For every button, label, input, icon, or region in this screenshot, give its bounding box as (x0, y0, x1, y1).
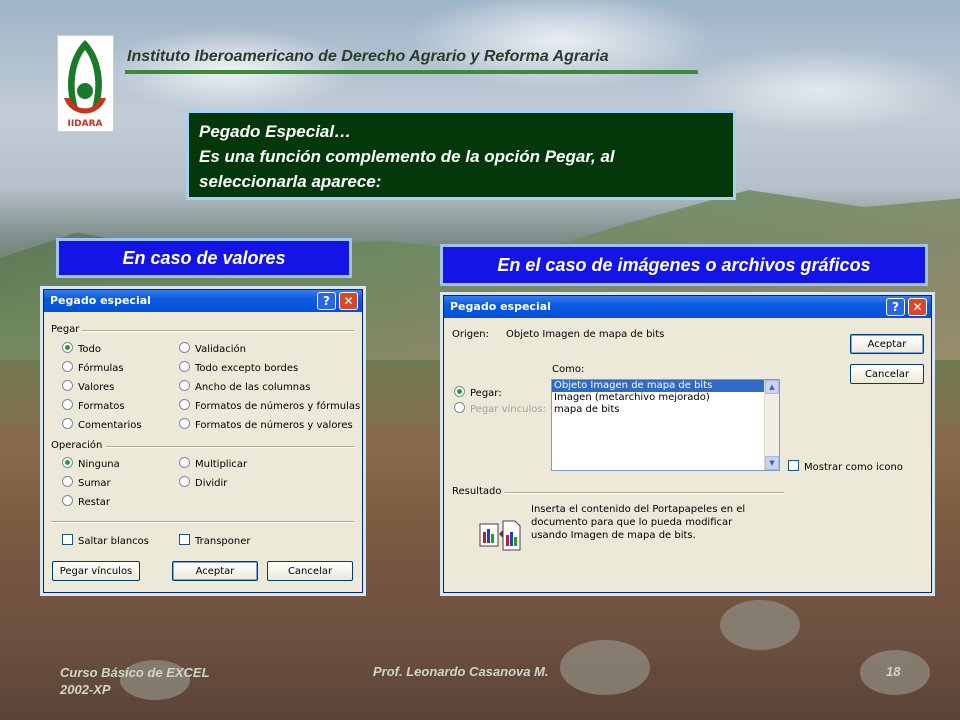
radio-icon (179, 380, 190, 391)
values-case-text: En caso de valores (122, 248, 286, 268)
footer-course-line1: Curso Básico de EXCEL (60, 665, 210, 680)
dialog-title: Pegado especial (50, 294, 151, 307)
intro-box: Pegado Especial… Es una función compleme… (186, 110, 736, 200)
background-rock (720, 600, 800, 650)
help-button[interactable]: ? (317, 292, 336, 310)
intro-text-line2: seleccionarla aparece: (199, 172, 382, 191)
paste-group-divider (82, 330, 354, 332)
paste-special-dialog-values: Pegado especial ? ✕ Pegar Todo Fórmulas … (43, 289, 363, 593)
skip-blanks-checkbox[interactable]: Saltar blancos (62, 534, 149, 547)
paste-group-label: Pegar (51, 324, 80, 335)
option-restar[interactable]: Restar (62, 495, 110, 508)
close-icon: ✕ (343, 294, 354, 308)
show-as-icon-checkbox[interactable]: Mostrar como icono (788, 460, 903, 473)
result-description-line2: documento para que lo pueda modificar (531, 517, 733, 528)
cancel-button[interactable]: Cancelar (267, 561, 353, 581)
intro-text-line1: Es una función complemento de la opción … (199, 147, 615, 166)
option-todo-excepto-bordes[interactable]: Todo excepto bordes (179, 361, 298, 374)
close-button[interactable]: ✕ (339, 292, 358, 310)
checkbox-icon (62, 534, 73, 545)
radio-icon (454, 386, 465, 397)
radio-icon (179, 476, 190, 487)
footer-course: Curso Básico de EXCEL 2002-XP (60, 664, 210, 698)
as-label: Como: (552, 364, 585, 375)
list-item[interactable]: Imagen (metarchivo mejorado) (552, 392, 779, 404)
option-formatos[interactable]: Formatos (62, 399, 125, 412)
logo-text: IIDARA (67, 119, 102, 129)
option-formatos-numeros-formulas[interactable]: Formatos de números y fórmulas (179, 399, 360, 412)
radio-icon (454, 402, 465, 413)
close-icon: ✕ (912, 300, 923, 314)
checkbox-icon (788, 460, 799, 471)
radio-icon (62, 361, 73, 372)
result-description-line1: Inserta el contenido del Portapapeles en… (531, 504, 746, 515)
radio-icon (62, 457, 73, 468)
paste-link-radio[interactable]: Pegar vínculos: (454, 402, 546, 415)
radio-icon (179, 457, 190, 468)
checkbox-icon (179, 534, 190, 545)
images-case-label: En el caso de imágenes o archivos gráfic… (440, 244, 928, 286)
dialog-titlebar[interactable]: Pegado especial ? ✕ (44, 290, 362, 312)
option-multiplicar[interactable]: Multiplicar (179, 457, 247, 470)
option-comentarios[interactable]: Comentarios (62, 418, 142, 431)
list-item[interactable]: Objeto Imagen de mapa de bits (552, 380, 764, 392)
close-button[interactable]: ✕ (908, 298, 927, 316)
result-label: Resultado (452, 486, 502, 497)
radio-icon (179, 361, 190, 372)
scroll-down-icon[interactable]: ▼ (765, 456, 779, 470)
radio-icon (179, 342, 190, 353)
origin-label: Origen: (452, 329, 489, 340)
dialog-titlebar[interactable]: Pegado especial ? ✕ (444, 296, 931, 318)
transpose-checkbox[interactable]: Transponer (179, 534, 251, 547)
radio-icon (179, 418, 190, 429)
options-divider (51, 521, 354, 523)
radio-icon (62, 342, 73, 353)
images-case-text: En el caso de imágenes o archivos gráfic… (497, 255, 871, 275)
footer-course-line2: 2002-XP (60, 682, 111, 697)
option-ancho-columnas[interactable]: Ancho de las columnas (179, 380, 310, 393)
radio-icon (62, 476, 73, 487)
result-divider (504, 492, 784, 494)
header-divider (125, 70, 698, 74)
ok-button[interactable]: Aceptar (850, 334, 924, 354)
list-item[interactable]: mapa de bits (552, 404, 779, 416)
values-case-label: En caso de valores (56, 238, 352, 278)
list-scrollbar[interactable]: ▲ ▼ (764, 380, 779, 470)
radio-icon (62, 399, 73, 410)
radio-icon (179, 399, 190, 410)
paste-link-button[interactable]: Pegar vínculos (52, 561, 140, 581)
option-validacion[interactable]: Validación (179, 342, 246, 355)
scroll-up-icon[interactable]: ▲ (765, 380, 779, 394)
footer-teacher: Prof. Leonardo Casanova M. (373, 664, 549, 679)
option-ninguna[interactable]: Ninguna (62, 457, 120, 470)
intro-title: Pegado Especial… (199, 122, 352, 141)
dialog-title: Pegado especial (450, 300, 551, 313)
page-number: 18 (886, 664, 901, 679)
option-formatos-numeros-valores[interactable]: Formatos de números y valores (179, 418, 353, 431)
option-valores[interactable]: Valores (62, 380, 114, 393)
paste-radio[interactable]: Pegar: (454, 386, 502, 399)
option-formulas[interactable]: Fórmulas (62, 361, 124, 374)
operation-group-divider (106, 446, 354, 448)
help-button[interactable]: ? (886, 298, 905, 316)
ok-button[interactable]: Aceptar (172, 561, 258, 581)
option-todo[interactable]: Todo (62, 342, 101, 355)
radio-icon (62, 380, 73, 391)
institute-name: Instituto Iberoamericano de Derecho Agra… (127, 48, 609, 65)
option-dividir[interactable]: Dividir (179, 476, 227, 489)
operation-group-label: Operación (51, 440, 103, 451)
radio-icon (62, 418, 73, 429)
option-sumar[interactable]: Sumar (62, 476, 111, 489)
cancel-button[interactable]: Cancelar (850, 364, 924, 384)
background-rock (560, 640, 650, 695)
radio-icon (62, 495, 73, 506)
paste-as-list[interactable]: Objeto Imagen de mapa de bits Imagen (me… (551, 379, 780, 471)
result-paste-icon (479, 518, 521, 552)
result-description-line3: usando Imagen de mapa de bits. (531, 530, 696, 541)
paste-special-dialog-images: Pegado especial ? ✕ Origen: Objeto Image… (443, 295, 932, 593)
institute-logo: IIDARA (57, 35, 114, 132)
origin-value: Objeto Imagen de mapa de bits (506, 329, 665, 340)
